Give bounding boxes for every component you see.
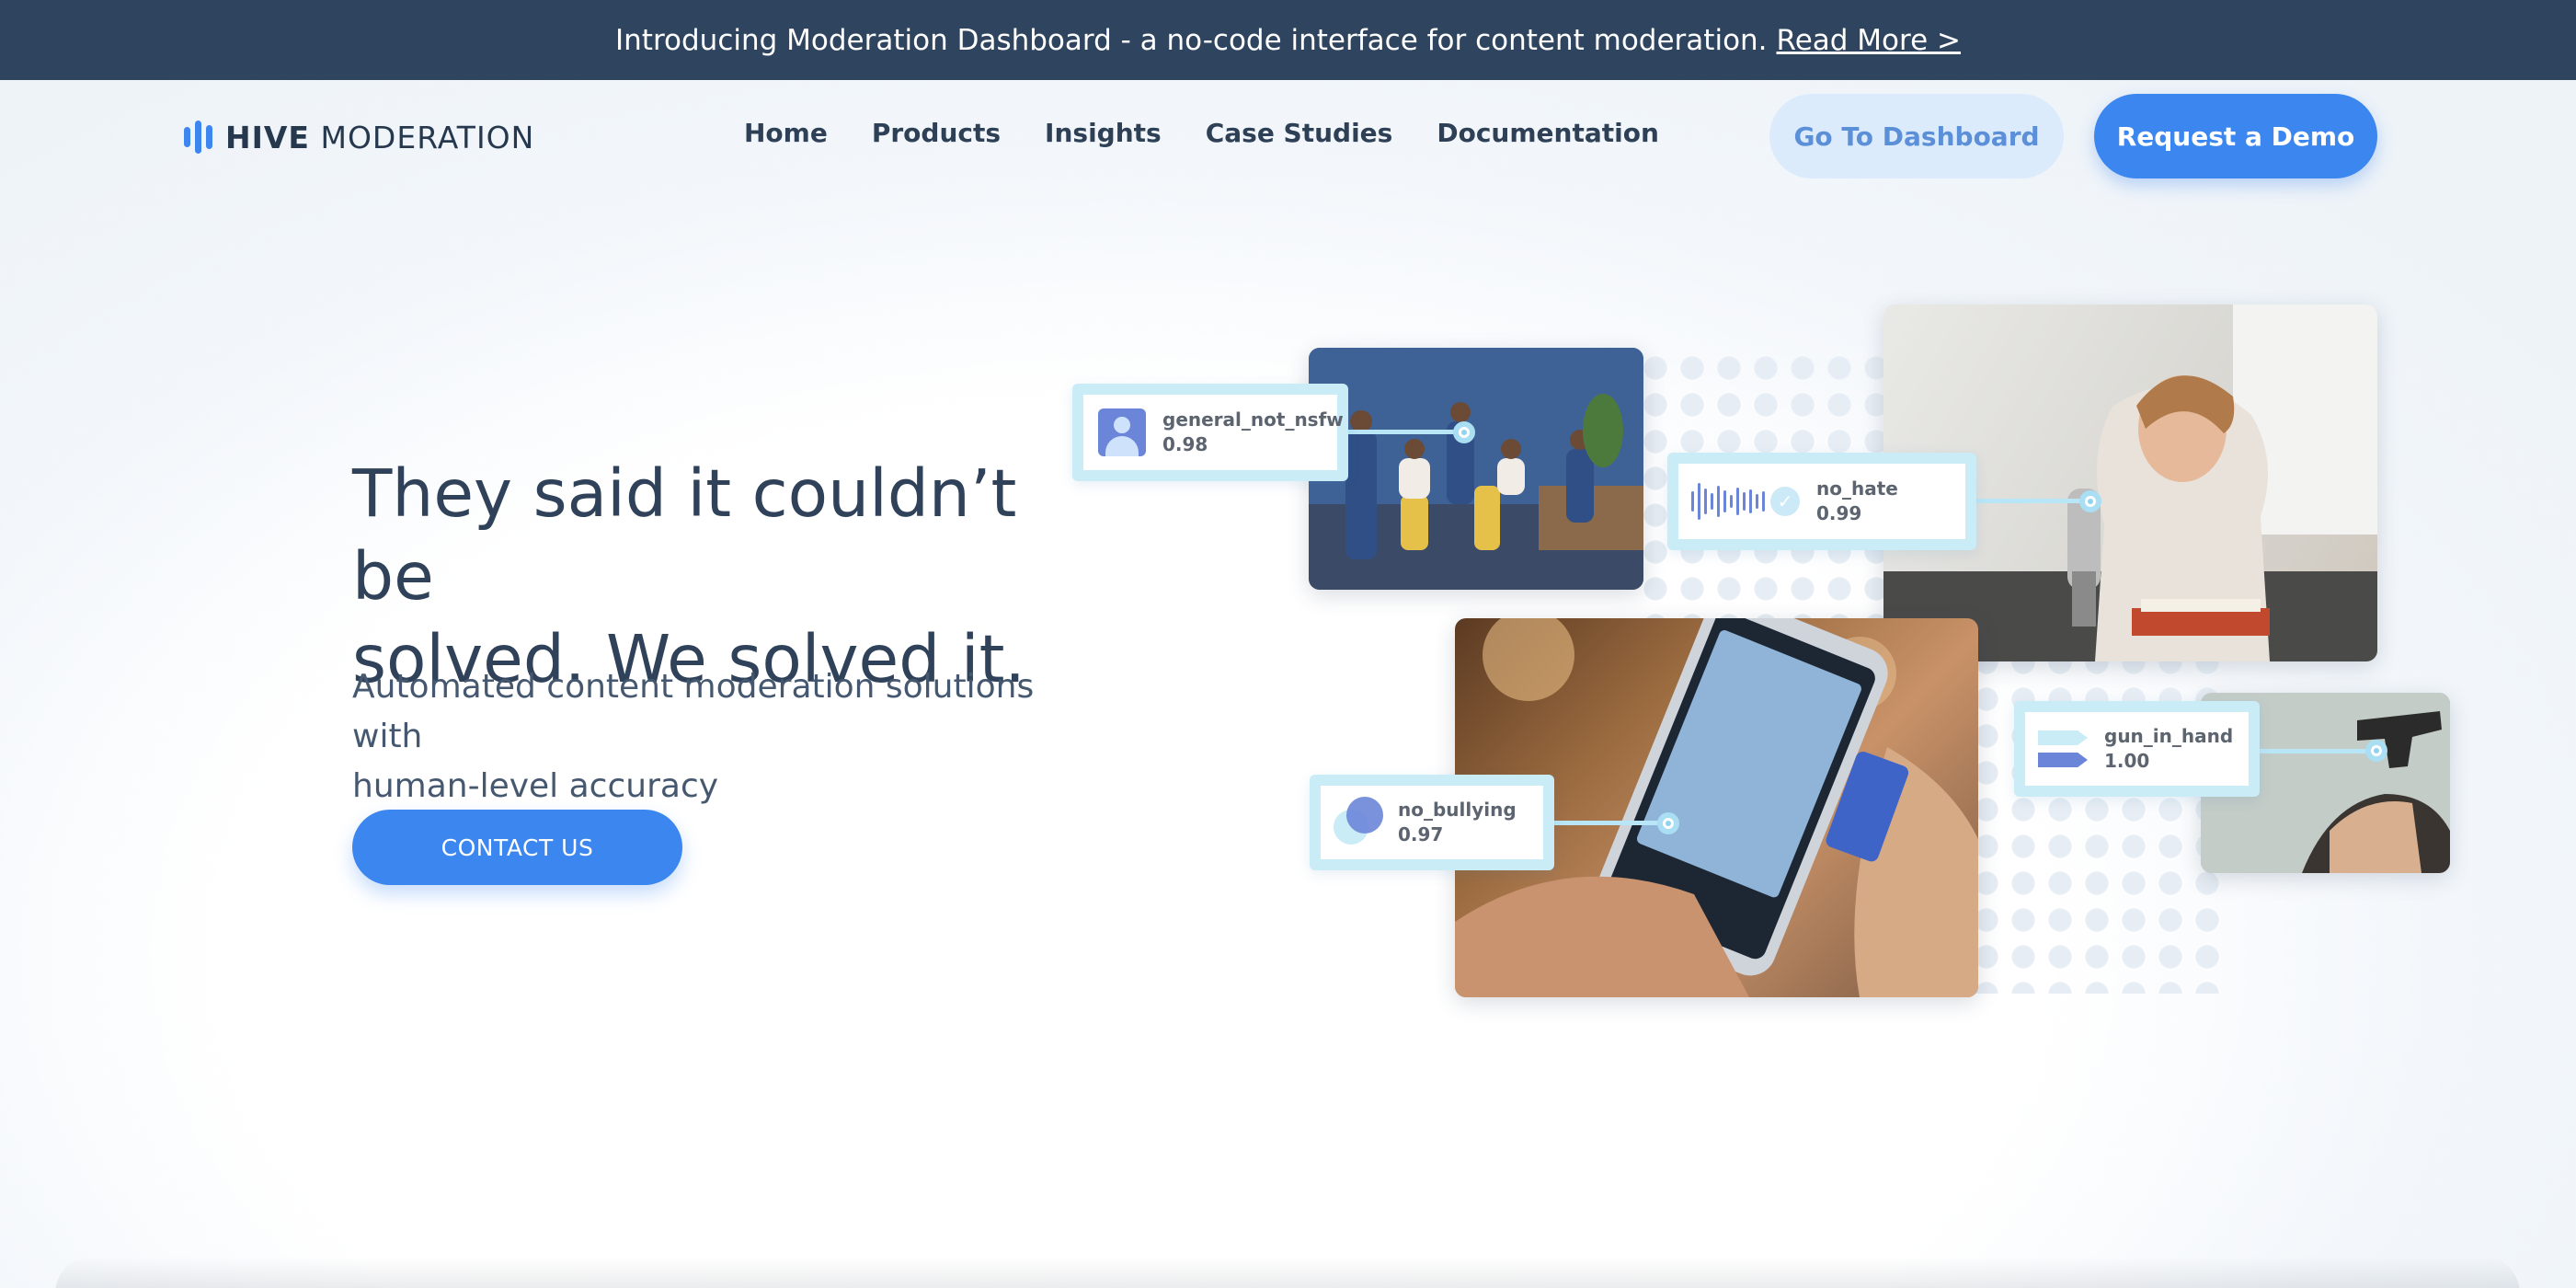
hate-connector <box>1976 499 2087 503</box>
logo-rest: MODERATION <box>320 119 535 155</box>
hero-title-line1: They said it couldn’t be <box>352 455 1017 615</box>
overlapping-circles-icon <box>1334 797 1385 848</box>
nav-home[interactable]: Home <box>744 118 828 148</box>
label-gun-score: 1.00 <box>2104 750 2150 772</box>
nav-insights[interactable]: Insights <box>1045 118 1162 148</box>
next-section-edge <box>55 1257 2520 1288</box>
logo-text: HIVE MODERATION <box>225 120 534 155</box>
main-nav: Home Products Insights Case Studies Docu… <box>744 118 1659 148</box>
label-nsfw-score: 0.98 <box>1162 433 1208 455</box>
logo[interactable]: HIVE MODERATION <box>184 117 534 157</box>
go-to-dashboard-button[interactable]: Go To Dashboard <box>1769 94 2064 178</box>
label-gun-in-hand: gun_in_hand 1.00 <box>2014 701 2260 797</box>
audio-waveform-icon <box>1691 478 1765 524</box>
contact-us-button[interactable]: CONTACT US <box>352 810 682 885</box>
read-more-link[interactable]: Read More > <box>1777 24 1961 57</box>
group-meeting-photo <box>1309 348 1643 590</box>
user-avatar-icon <box>1098 408 1146 456</box>
gun-anchor-dot <box>2365 740 2387 762</box>
tag-flags-icon <box>2038 730 2088 767</box>
hero-subtitle-line1: Automated content moderation solutions w… <box>352 668 1035 755</box>
label-no-bullying: no_bullying 0.97 <box>1310 775 1554 870</box>
label-nsfw-name: general_not_nsfw <box>1162 408 1344 431</box>
label-general-not-nsfw: general_not_nsfw 0.98 <box>1072 384 1348 481</box>
bully-anchor-dot <box>1657 812 1679 834</box>
gun-connector <box>2260 749 2379 753</box>
nsfw-connector <box>1348 430 1464 434</box>
announcement-text: Introducing Moderation Dashboard - a no-… <box>615 23 1768 57</box>
bully-connector <box>1554 821 1668 825</box>
nsfw-anchor-dot <box>1453 421 1475 443</box>
logo-bold: HIVE <box>225 119 310 155</box>
logo-bars-icon <box>184 121 212 154</box>
request-demo-button[interactable]: Request a Demo <box>2094 94 2377 178</box>
hate-anchor-dot <box>2079 490 2101 512</box>
label-bully-score: 0.97 <box>1398 823 1444 845</box>
nav-case-studies[interactable]: Case Studies <box>1206 118 1393 148</box>
hero-subtitle-line2: human-level accuracy <box>352 767 719 805</box>
hero-subtitle: Automated content moderation solutions w… <box>352 662 1070 811</box>
check-circle-icon: ✓ <box>1770 487 1800 516</box>
label-gun-name: gun_in_hand <box>2104 725 2234 747</box>
label-no-hate: ✓ no_hate 0.99 <box>1667 453 1976 550</box>
announcement-bar: Introducing Moderation Dashboard - a no-… <box>0 0 2576 80</box>
label-hate-score: 0.99 <box>1816 502 1862 524</box>
label-bully-name: no_bullying <box>1398 799 1517 821</box>
nav-documentation[interactable]: Documentation <box>1437 118 1659 148</box>
nav-products[interactable]: Products <box>872 118 1001 148</box>
label-hate-name: no_hate <box>1816 477 1898 500</box>
